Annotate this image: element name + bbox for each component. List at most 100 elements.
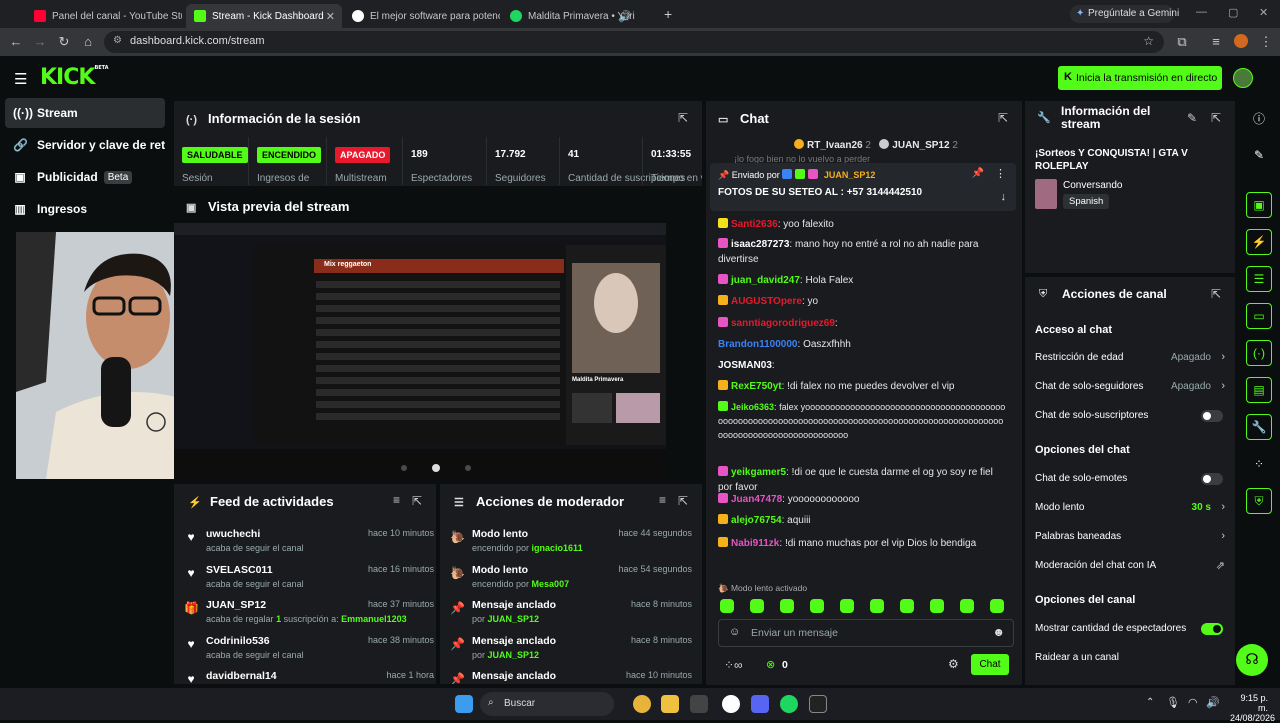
chrome-icon[interactable] bbox=[633, 695, 651, 713]
popout-icon[interactable]: ⇱ bbox=[412, 494, 422, 508]
toggle-switch[interactable] bbox=[1201, 473, 1223, 485]
stream-preview-video[interactable]: Mix reggaeton Maldita Primavera bbox=[174, 223, 666, 479]
chat-username[interactable]: AUGUSTOpere bbox=[731, 296, 802, 307]
chat-username[interactable]: sanntiagorodriguez69 bbox=[731, 318, 835, 329]
taskbar-clock[interactable]: 9:15 p. m. 24/08/2026 bbox=[1230, 693, 1275, 723]
channel-action-row[interactable]: Raidear a un canal bbox=[1035, 652, 1225, 672]
channel-action-row[interactable]: Palabras baneadas › bbox=[1035, 530, 1225, 551]
speaker-icon[interactable]: 🔊 bbox=[618, 10, 632, 23]
arrow-down-icon[interactable]: ↓ bbox=[1001, 191, 1007, 203]
chat-username[interactable]: Jeiko6363 bbox=[731, 402, 774, 412]
bookmark-star-icon[interactable]: ☆ bbox=[1143, 34, 1154, 48]
taskbar-search[interactable]: ⌕ Buscar bbox=[480, 692, 614, 716]
channel-action-row[interactable]: Chat de solo-emotes bbox=[1035, 473, 1225, 493]
browser-tab-obs[interactable]: El mejor software para potencia bbox=[344, 4, 500, 28]
feed-item[interactable]: 🎁 JUAN_SP12 hace 37 minutos acaba de regala… bbox=[184, 599, 434, 633]
chat-username[interactable]: isaac287273 bbox=[731, 239, 789, 250]
toggle-switch[interactable] bbox=[1201, 623, 1223, 635]
spotify-icon[interactable] bbox=[780, 695, 798, 713]
chat-input[interactable]: ☺ Enviar un mensaje ☻ bbox=[718, 619, 1014, 647]
send-chat-button[interactable]: Chat bbox=[971, 654, 1009, 675]
minimize-icon[interactable]: — bbox=[1196, 6, 1207, 18]
filter-icon[interactable]: ≡ bbox=[659, 493, 666, 507]
points-icon[interactable]: ⊗ bbox=[766, 658, 775, 671]
discord-icon[interactable] bbox=[751, 695, 769, 713]
extensions-icon[interactable]: ⧉ bbox=[1174, 34, 1190, 50]
window-close-icon[interactable]: ✕ bbox=[1259, 6, 1268, 19]
file-explorer-icon[interactable] bbox=[661, 695, 679, 713]
popout-icon[interactable]: ⇱ bbox=[1211, 287, 1221, 301]
chat-message[interactable]: yeikgamer5: !di oe que le cuesta darme e… bbox=[718, 465, 1008, 495]
chat-message[interactable]: isaac287273: mano hoy no entré a rol no … bbox=[718, 237, 1008, 267]
mod-action-item[interactable]: 📌 Mensaje anclado hace 8 minutos por JUAN_S… bbox=[450, 599, 692, 633]
info-icon[interactable]: ⓘ bbox=[1246, 105, 1272, 131]
mod-action-item[interactable]: 🐌 Modo lento hace 54 segundos encendido por… bbox=[450, 564, 692, 598]
home-icon[interactable]: ⌂ bbox=[80, 34, 96, 49]
epic-games-icon[interactable] bbox=[809, 695, 827, 713]
emote-icon[interactable] bbox=[810, 599, 824, 613]
obs-icon[interactable] bbox=[722, 695, 740, 713]
site-info-icon[interactable]: ⚙ bbox=[113, 35, 122, 46]
chat-message[interactable]: Juan47478: yoooooooooooo bbox=[718, 492, 1008, 507]
bolt-icon[interactable]: ⚡ bbox=[1246, 229, 1272, 255]
infinity-icon[interactable]: ⁘∞ bbox=[724, 658, 743, 672]
chat-message[interactable]: JOSMAN03: bbox=[718, 358, 1008, 373]
store-icon[interactable] bbox=[690, 695, 708, 713]
sidebar-item-ads[interactable]: ▣ Publicidad Beta bbox=[5, 162, 165, 192]
chat-message[interactable]: alejo76754: aquiii bbox=[718, 513, 1008, 528]
filter-icon[interactable]: ≡ bbox=[393, 493, 400, 507]
profile-avatar[interactable] bbox=[1234, 34, 1248, 48]
popout-icon[interactable]: ⇱ bbox=[678, 111, 688, 125]
popout-icon[interactable]: ⇱ bbox=[678, 494, 688, 508]
reload-icon[interactable]: ↻ bbox=[56, 34, 72, 50]
sidebar-item-revenue[interactable]: ▥ Ingresos bbox=[5, 194, 165, 224]
feed-item[interactable]: ♥ uwuchechi hace 10 minutos acaba de seguir… bbox=[184, 528, 434, 562]
settings-gear-icon[interactable]: ⚙ bbox=[948, 657, 959, 671]
popout-icon[interactable]: ⇱ bbox=[1211, 111, 1221, 125]
chat-message[interactable]: Jeiko6363: falex yoooooooooooooooooooooo… bbox=[718, 400, 1008, 442]
browser-tab-kick[interactable]: Stream - Kick Dashboard ✕ bbox=[186, 4, 342, 28]
channel-action-row[interactable]: Chat de solo-suscriptores bbox=[1035, 410, 1225, 430]
chat-message[interactable]: juan_david247: Hola Falex bbox=[718, 273, 1008, 288]
channel-action-row[interactable]: Moderación del chat con IA ⇗ bbox=[1035, 560, 1225, 580]
unpin-icon[interactable]: 📌 bbox=[972, 168, 984, 179]
chat-message[interactable]: Brandon1100000: Oaszxfhhh bbox=[718, 337, 1008, 352]
sidebar-item-stream[interactable]: ((·)) Stream bbox=[5, 98, 165, 128]
chat-username[interactable]: alejo76754 bbox=[731, 515, 782, 526]
broadcast-icon[interactable]: (·) bbox=[1246, 340, 1272, 366]
emote-icon[interactable] bbox=[990, 599, 1004, 613]
feed-item[interactable]: ♥ SVELASC011 hace 16 minutos acaba de segui… bbox=[184, 564, 434, 598]
emote-icon[interactable] bbox=[840, 599, 854, 613]
mod-action-item[interactable]: 🐌 Modo lento hace 44 segundos encendido por… bbox=[450, 528, 692, 562]
chat-message[interactable]: sanntiagorodriguez69: bbox=[718, 316, 1008, 331]
wifi-icon[interactable]: ◠ bbox=[1188, 696, 1198, 709]
chat-message[interactable]: RexE750yt: !di falex no me puedes devolv… bbox=[718, 379, 1008, 394]
chat-message[interactable]: Santi2636: yoo falexito bbox=[718, 217, 1008, 232]
feed-item[interactable]: ♥ Codrinilo536 hace 38 minutos acaba de seg… bbox=[184, 635, 434, 669]
tray-chevron-icon[interactable]: ⌃ bbox=[1146, 697, 1154, 708]
chat-username[interactable]: RexE750yt bbox=[731, 381, 782, 392]
popout-icon[interactable]: ⇱ bbox=[998, 111, 1008, 125]
user-avatar[interactable] bbox=[1233, 68, 1253, 88]
chat-message[interactable]: Nabi911zk: !di mano muchas por el vip Di… bbox=[718, 536, 1008, 551]
chat-username[interactable]: yeikgamer5 bbox=[731, 467, 786, 478]
new-tab-icon[interactable]: + bbox=[664, 6, 672, 22]
chat-username[interactable]: Nabi911zk bbox=[731, 538, 779, 549]
emote-icon[interactable] bbox=[750, 599, 764, 613]
toggle-switch[interactable] bbox=[1201, 410, 1223, 422]
mod-action-item[interactable]: 📌 Mensaje anclado hace 8 minutos por JUAN_S… bbox=[450, 635, 692, 669]
menu-dots-icon[interactable]: ⋮ bbox=[1258, 34, 1274, 50]
gemini-button[interactable]: ✦ Pregúntale a Gemini bbox=[1070, 5, 1179, 23]
chat-message[interactable]: AUGUSTOpere: yo bbox=[718, 294, 1008, 309]
channel-action-row[interactable]: Chat de solo-seguidores Apagado › bbox=[1035, 380, 1225, 401]
emoji-icon[interactable]: ☺ bbox=[729, 626, 740, 638]
shield-icon[interactable]: ⛨ bbox=[1246, 488, 1272, 514]
chat-username[interactable]: Brandon1100000 bbox=[718, 339, 798, 350]
go-live-button[interactable]: K Inicia la transmisión en directo bbox=[1058, 66, 1222, 90]
mod-action-item[interactable]: 📌 Mensaje anclado hace 10 minutos bbox=[450, 670, 692, 684]
feed-item[interactable]: ♥ davidbernal14 hace 1 hora bbox=[184, 670, 434, 684]
tab-search-icon[interactable]: ≡ bbox=[1208, 34, 1224, 49]
pinned-message[interactable]: 📌 Enviado por JUAN_SP12 FOTOS DE SU SETE… bbox=[710, 163, 1016, 211]
edit-pencil-icon[interactable]: ✎ bbox=[1187, 111, 1197, 125]
close-icon[interactable]: ✕ bbox=[326, 10, 335, 23]
